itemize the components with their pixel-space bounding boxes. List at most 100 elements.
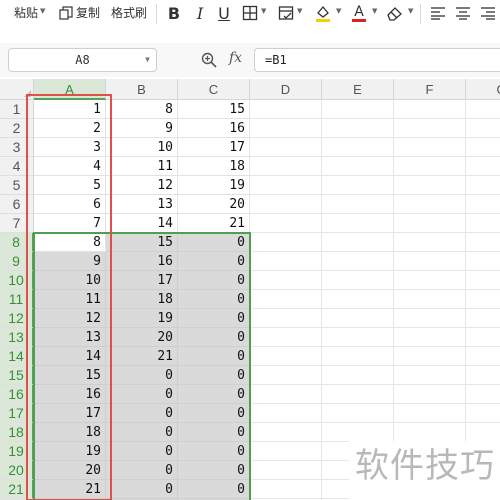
cell-c6[interactable]: 20 [178, 195, 250, 214]
font-color-icon[interactable]: A [350, 1, 368, 25]
empty-cell[interactable] [250, 328, 322, 347]
column-header-e[interactable]: E [322, 79, 394, 100]
cell-b14[interactable]: 21 [106, 347, 178, 366]
format-painter-button[interactable]: 格式刷 [111, 0, 147, 26]
empty-cell[interactable] [250, 233, 322, 252]
cell-c15[interactable]: 0 [178, 366, 250, 385]
empty-cell[interactable] [322, 233, 394, 252]
empty-cell[interactable] [250, 385, 322, 404]
empty-cell[interactable] [322, 347, 394, 366]
cell-c19[interactable]: 0 [178, 442, 250, 461]
empty-cell[interactable] [250, 309, 322, 328]
cell-style-icon[interactable] [278, 1, 294, 25]
row-header[interactable]: 14 [0, 347, 34, 366]
column-header-b[interactable]: B [106, 79, 178, 100]
align-right-icon[interactable] [480, 1, 496, 25]
cell-a9[interactable]: 9 [34, 252, 106, 271]
cell-b12[interactable]: 19 [106, 309, 178, 328]
cell-b6[interactable]: 13 [106, 195, 178, 214]
copy-icon[interactable] [58, 1, 74, 25]
empty-cell[interactable] [322, 214, 394, 233]
empty-cell[interactable] [466, 214, 500, 233]
empty-cell[interactable] [322, 404, 394, 423]
empty-cell[interactable] [322, 366, 394, 385]
row-header[interactable]: 19 [0, 442, 34, 461]
empty-cell[interactable] [322, 100, 394, 119]
formula-input[interactable]: =B1 [254, 48, 500, 72]
cell-a14[interactable]: 14 [34, 347, 106, 366]
paste-button[interactable]: 粘贴 [14, 0, 38, 26]
empty-cell[interactable] [394, 423, 466, 442]
row-header[interactable]: 21 [0, 480, 34, 499]
cell-b15[interactable]: 0 [106, 366, 178, 385]
cell-c14[interactable]: 0 [178, 347, 250, 366]
name-box-dropdown-icon[interactable]: ▼ [145, 49, 150, 71]
column-header-f[interactable]: F [394, 79, 466, 100]
cell-a5[interactable]: 5 [34, 176, 106, 195]
cell-b11[interactable]: 18 [106, 290, 178, 309]
cell-b1[interactable]: 8 [106, 100, 178, 119]
cell-b4[interactable]: 11 [106, 157, 178, 176]
cell-b8[interactable]: 15 [106, 233, 178, 252]
paste-dropdown-caret[interactable]: ▼ [40, 7, 45, 15]
row-header[interactable]: 10 [0, 271, 34, 290]
select-all-corner[interactable] [0, 79, 34, 100]
empty-cell[interactable] [250, 290, 322, 309]
cell-c9[interactable]: 0 [178, 252, 250, 271]
align-center-icon[interactable] [455, 1, 471, 25]
empty-cell[interactable] [394, 328, 466, 347]
cell-a8[interactable]: 8 [34, 233, 106, 252]
empty-cell[interactable] [250, 138, 322, 157]
empty-cell[interactable] [250, 157, 322, 176]
row-header[interactable]: 16 [0, 385, 34, 404]
cell-c13[interactable]: 0 [178, 328, 250, 347]
empty-cell[interactable] [394, 252, 466, 271]
row-header[interactable]: 2 [0, 119, 34, 138]
row-header[interactable]: 6 [0, 195, 34, 214]
clear-dropdown-caret[interactable]: ▼ [408, 7, 413, 15]
empty-cell[interactable] [394, 138, 466, 157]
empty-cell[interactable] [322, 271, 394, 290]
row-header[interactable]: 13 [0, 328, 34, 347]
cell-a17[interactable]: 17 [34, 404, 106, 423]
column-header-g[interactable]: G [466, 79, 500, 100]
cell-b16[interactable]: 0 [106, 385, 178, 404]
empty-cell[interactable] [466, 100, 500, 119]
cell-a12[interactable]: 12 [34, 309, 106, 328]
cell-b13[interactable]: 20 [106, 328, 178, 347]
empty-cell[interactable] [466, 366, 500, 385]
empty-cell[interactable] [394, 195, 466, 214]
fill-color-dropdown-caret[interactable]: ▼ [336, 7, 341, 15]
empty-cell[interactable] [394, 100, 466, 119]
empty-cell[interactable] [322, 423, 394, 442]
cell-a4[interactable]: 4 [34, 157, 106, 176]
cell-b7[interactable]: 14 [106, 214, 178, 233]
underline-icon[interactable]: U [216, 1, 232, 25]
row-header[interactable]: 20 [0, 461, 34, 480]
border-dropdown-caret[interactable]: ▼ [261, 7, 266, 15]
border-icon[interactable] [242, 1, 258, 25]
empty-cell[interactable] [322, 328, 394, 347]
cell-c3[interactable]: 17 [178, 138, 250, 157]
align-left-icon[interactable] [430, 1, 446, 25]
copy-button[interactable]: 复制 [76, 0, 100, 26]
empty-cell[interactable] [466, 309, 500, 328]
cell-c7[interactable]: 21 [178, 214, 250, 233]
italic-icon[interactable]: I [192, 1, 208, 25]
empty-cell[interactable] [466, 271, 500, 290]
empty-cell[interactable] [466, 404, 500, 423]
empty-cell[interactable] [394, 157, 466, 176]
row-header[interactable]: 1 [0, 100, 34, 119]
row-header[interactable]: 5 [0, 176, 34, 195]
cell-a21[interactable]: 21 [34, 480, 106, 499]
empty-cell[interactable] [466, 233, 500, 252]
fill-color-icon[interactable] [314, 1, 332, 25]
empty-cell[interactable] [250, 271, 322, 290]
cell-a16[interactable]: 16 [34, 385, 106, 404]
cell-a19[interactable]: 19 [34, 442, 106, 461]
empty-cell[interactable] [250, 461, 322, 480]
empty-cell[interactable] [394, 233, 466, 252]
cell-c10[interactable]: 0 [178, 271, 250, 290]
empty-cell[interactable] [250, 119, 322, 138]
row-header[interactable]: 4 [0, 157, 34, 176]
